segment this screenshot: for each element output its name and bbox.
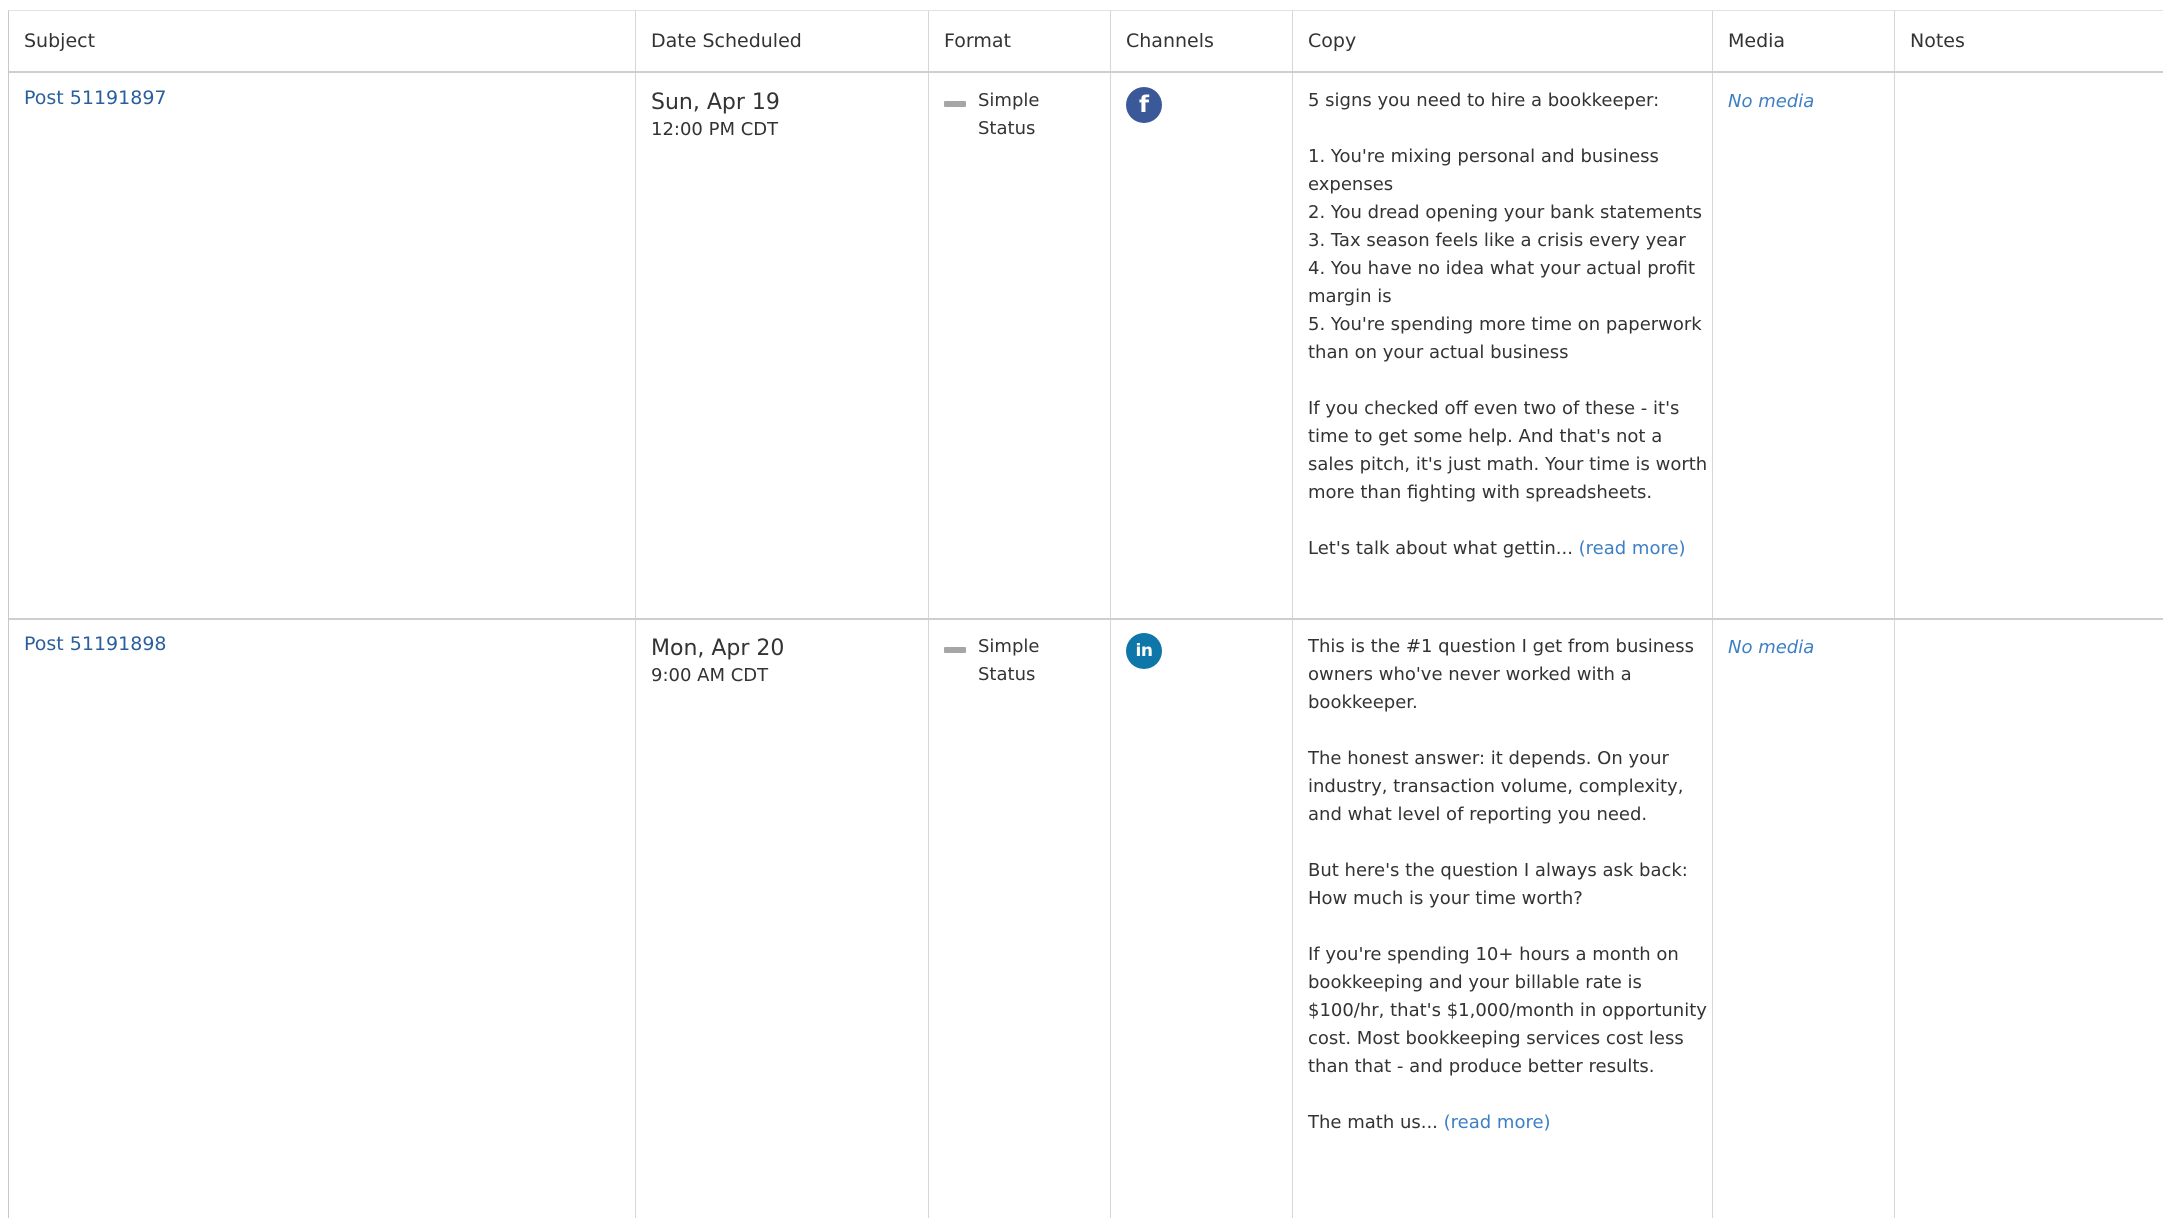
read-more-link[interactable]: (read more) — [1444, 1112, 1551, 1133]
copy-truncated-text: Let's talk about what gettin... — [1308, 538, 1573, 559]
copy-paragraph: But here's the question I always ask bac… — [1308, 860, 1688, 909]
column-divider — [635, 11, 636, 1218]
column-header-date[interactable]: Date Scheduled — [636, 11, 802, 71]
copy-paragraph: If you're spending 10+ hours a month on … — [1308, 944, 1707, 1077]
scheduled-date: Sun, Apr 19 — [651, 90, 780, 115]
post-subject-link[interactable]: Post 51191898 — [24, 633, 167, 655]
read-more-link[interactable]: (read more) — [1579, 538, 1686, 559]
column-header-format[interactable]: Format — [929, 11, 1011, 71]
no-media-label: No media — [1728, 637, 1815, 658]
format-cell: Simple Status — [944, 633, 1104, 693]
linkedin-icon[interactable]: in — [1126, 633, 1162, 669]
format-label: Simple Status — [978, 636, 1040, 685]
format-dash-icon — [944, 647, 966, 653]
copy-paragraph: 5 signs you need to hire a bookkeeper: — [1308, 90, 1660, 111]
subject-cell: Post 51191898 — [24, 633, 167, 655]
facebook-icon[interactable]: f — [1126, 87, 1162, 123]
copy-paragraph: The honest answer: it depends. On your i… — [1308, 748, 1684, 825]
column-divider — [1712, 11, 1713, 1218]
copy-cell: This is the #1 question I get from busin… — [1308, 633, 1708, 1137]
date-cell: Mon, Apr 20 9:00 AM CDT — [651, 635, 784, 689]
scheduled-time: 12:00 PM CDT — [651, 119, 779, 140]
posts-table: Subject Date Scheduled Format Channels C… — [8, 10, 2163, 1218]
row-divider — [9, 618, 2163, 620]
media-cell: No media — [1728, 91, 1814, 112]
column-header-channels[interactable]: Channels — [1111, 11, 1214, 71]
copy-cell: 5 signs you need to hire a bookkeeper: 1… — [1308, 87, 1708, 563]
format-cell: Simple Status — [944, 87, 1104, 147]
column-header-subject[interactable]: Subject — [9, 11, 95, 71]
media-cell: No media — [1728, 637, 1814, 658]
column-header-notes[interactable]: Notes — [1895, 11, 1965, 71]
copy-paragraph: This is the #1 question I get from busin… — [1308, 636, 1694, 713]
copy-truncated-text: The math us... — [1308, 1112, 1438, 1133]
date-cell: Sun, Apr 19 12:00 PM CDT — [651, 89, 780, 143]
channels-cell: f — [1126, 87, 1162, 123]
no-media-label: No media — [1728, 91, 1815, 112]
column-divider — [1110, 11, 1111, 1218]
column-divider — [928, 11, 929, 1218]
column-divider — [1292, 11, 1293, 1218]
post-subject-link[interactable]: Post 51191897 — [24, 87, 167, 109]
channels-cell: in — [1126, 633, 1162, 669]
format-label: Simple Status — [978, 90, 1040, 139]
column-header-media[interactable]: Media — [1713, 11, 1785, 71]
copy-paragraph: 1. You're mixing personal and business e… — [1308, 146, 1703, 363]
scheduled-time: 9:00 AM CDT — [651, 665, 769, 686]
copy-paragraph: The math us... (read more) — [1308, 1109, 1708, 1137]
copy-paragraph: If you checked off even two of these - i… — [1308, 398, 1708, 503]
header-divider — [9, 71, 2163, 73]
scheduled-date: Mon, Apr 20 — [651, 636, 785, 661]
column-header-copy[interactable]: Copy — [1293, 11, 1356, 71]
format-dash-icon — [944, 101, 966, 107]
column-divider — [1894, 11, 1895, 1218]
subject-cell: Post 51191897 — [24, 87, 167, 109]
copy-paragraph: Let's talk about what gettin... (read mo… — [1308, 535, 1708, 563]
